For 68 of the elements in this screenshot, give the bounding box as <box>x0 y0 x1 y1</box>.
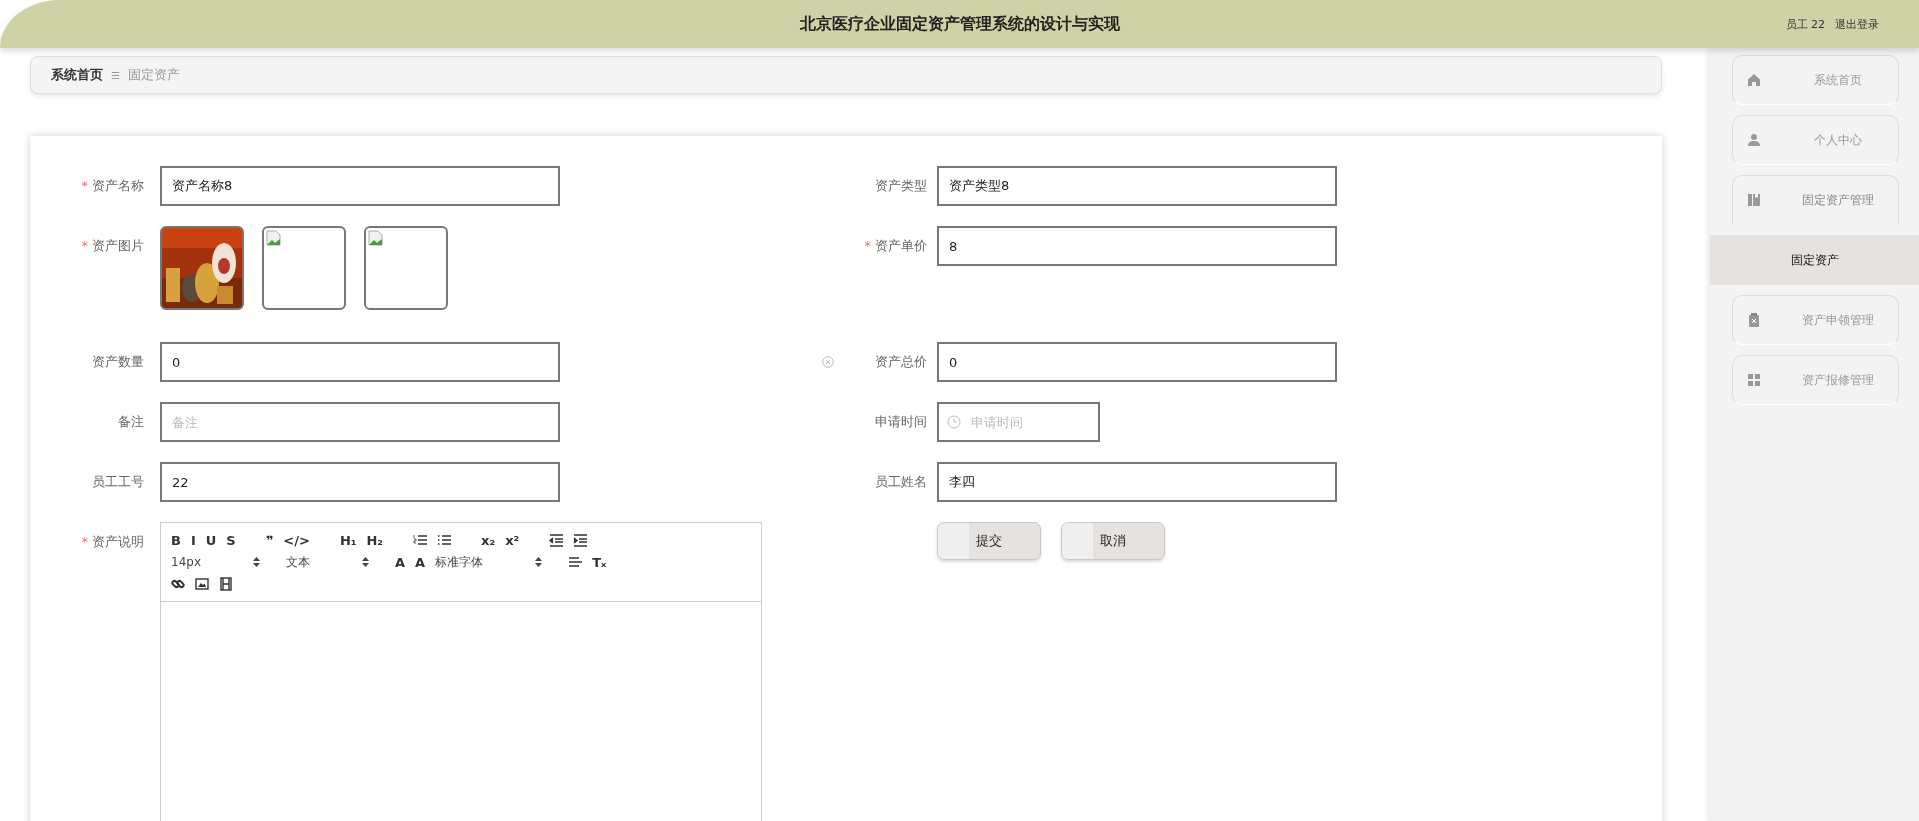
input-field[interactable]: 李四 <box>937 462 1337 502</box>
toolbar-button[interactable]: H₁ <box>339 532 357 548</box>
toolbar-button[interactable]: A <box>395 554 406 570</box>
sidebar-subitem[interactable]: 固定资产 <box>1710 235 1919 285</box>
separator-icon: ☰ <box>111 69 120 81</box>
sort-caret-icon <box>362 557 369 567</box>
required-mark: * <box>81 178 88 193</box>
toolbar-button[interactable]: U <box>205 532 217 548</box>
field-label: 员工姓名 <box>875 474 927 489</box>
indent-icon[interactable] <box>573 533 588 547</box>
logout-link[interactable]: 退出登录 <box>1835 16 1879 32</box>
field-label: 资产图片 <box>92 238 144 253</box>
toolbar-button[interactable]: H₂ <box>366 532 384 548</box>
input-field[interactable]: 备注 <box>160 402 560 442</box>
app-title: 北京医疗企业固定资产管理系统的设计与实现 <box>799 13 1120 35</box>
toolbar-button[interactable]: A <box>415 554 426 570</box>
field-label: 备注 <box>118 414 144 429</box>
image-icon[interactable] <box>195 577 209 591</box>
link-icon[interactable] <box>171 577 185 591</box>
required-mark: * <box>81 534 88 549</box>
field-label: 资产单价 <box>875 238 927 253</box>
input-field[interactable]: 0 <box>937 342 1337 382</box>
field-label: 资产名称 <box>92 178 144 193</box>
field-label: 资产类型 <box>875 178 927 193</box>
toolbar-button[interactable]: I <box>190 532 196 548</box>
sort-caret-icon <box>253 557 260 567</box>
input-field[interactable]: 资产名称8 <box>160 166 560 206</box>
sort-caret-icon <box>535 557 543 567</box>
input-field[interactable]: 8 <box>937 226 1337 266</box>
toolbar-button[interactable]: </> <box>283 532 310 548</box>
ordered-list-icon[interactable] <box>413 533 428 547</box>
required-mark: * <box>81 238 88 253</box>
broken-image-icon <box>368 230 384 246</box>
toolbar-select[interactable]: 文本 <box>286 553 369 571</box>
required-mark: * <box>864 238 871 253</box>
toolbar-button[interactable]: S <box>226 532 236 548</box>
input-field[interactable]: 22 <box>160 462 560 502</box>
field-label: 员工工号 <box>92 474 144 489</box>
home-icon <box>1747 73 1761 87</box>
grid-icon <box>1747 373 1761 387</box>
user-name: 员工 22 <box>1785 16 1825 32</box>
book-icon <box>1747 193 1761 207</box>
rich-text-editor[interactable]: B I U S ❞ </> H₁ H₂ x₂ x² 14px 文本 A A 标准字体 Tₓ <box>160 522 762 821</box>
toolbar-button[interactable]: x² <box>505 532 520 548</box>
toolbar-select[interactable]: 14px <box>171 555 260 569</box>
clock-icon <box>947 415 961 429</box>
bullet-list-icon[interactable] <box>437 533 452 547</box>
outdent-icon[interactable] <box>549 533 564 547</box>
date-field[interactable]: 申请时间 <box>937 402 1100 442</box>
form-button[interactable]: 提交 <box>937 522 1041 560</box>
video-icon[interactable] <box>219 577 233 591</box>
field-label: 资产说明 <box>92 534 144 549</box>
input-field[interactable]: 0 <box>160 342 560 382</box>
field-label: 申请时间 <box>875 414 927 429</box>
field-label: 资产总价 <box>875 354 927 369</box>
broken-image-icon <box>266 230 282 246</box>
field-label: 资产数量 <box>92 354 144 369</box>
form-button[interactable]: 取消 <box>1061 522 1165 560</box>
person-icon <box>1747 133 1761 147</box>
toolbar-button[interactable]: B <box>171 532 181 548</box>
align-icon[interactable] <box>568 555 583 569</box>
input-field[interactable]: 资产类型8 <box>937 166 1337 206</box>
toolbar-button[interactable]: Tₓ <box>592 554 607 570</box>
breadcrumb-link[interactable]: 系统首页 <box>51 66 103 84</box>
toolbar-button[interactable]: ❞ <box>265 532 274 548</box>
toolbar-select[interactable]: 标准字体 <box>435 553 543 571</box>
toolbar-button[interactable]: x₂ <box>481 532 496 548</box>
clipboard-icon <box>1747 313 1761 327</box>
